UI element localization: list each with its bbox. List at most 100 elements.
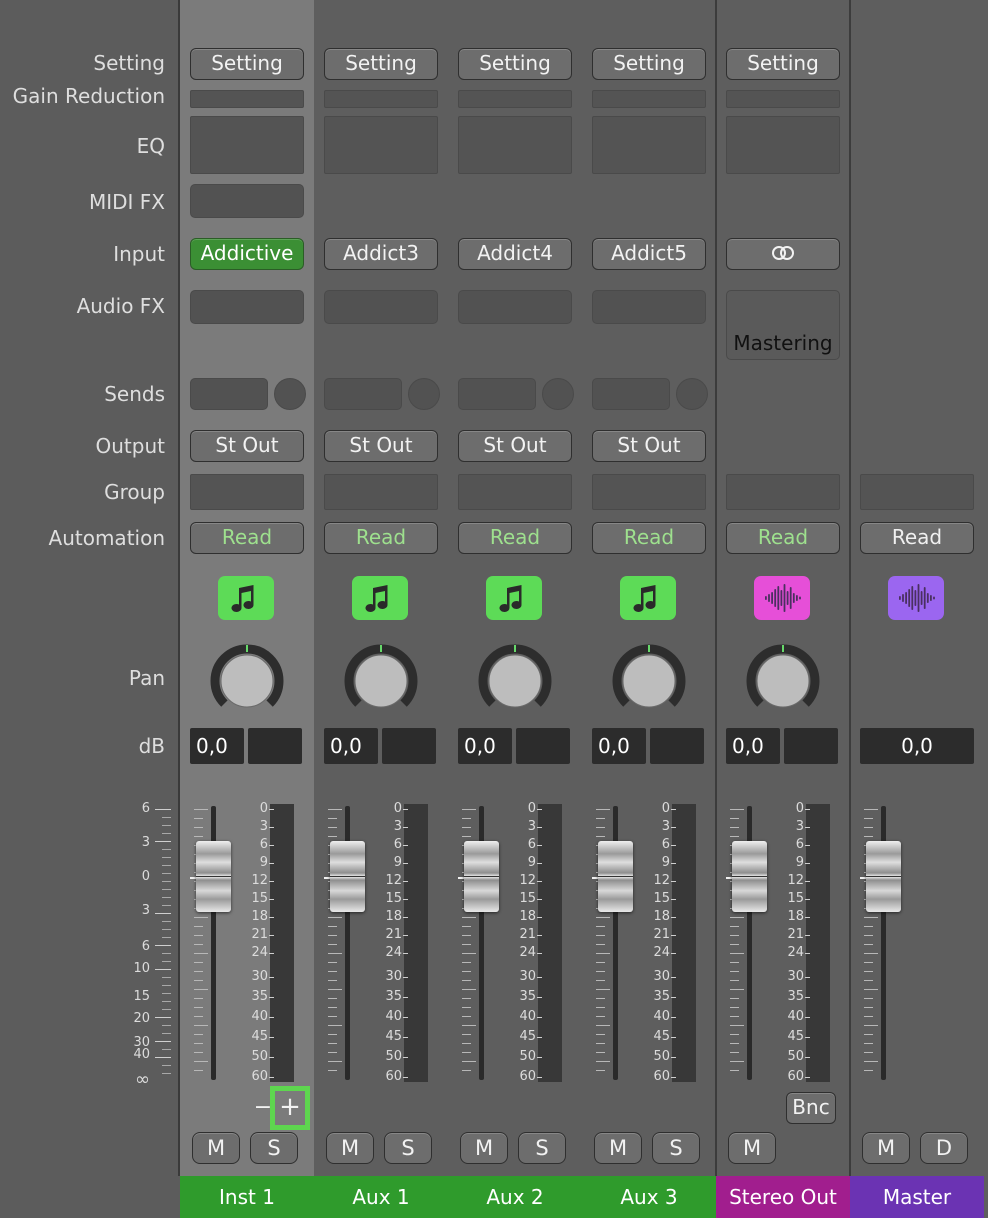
group-slot[interactable] [726, 474, 840, 510]
group-slot[interactable] [458, 474, 572, 510]
meter-zoom-in-button[interactable]: + [270, 1086, 310, 1130]
input-slot[interactable] [726, 238, 840, 270]
volume-readout[interactable]: 0,0 [860, 728, 974, 764]
send-slot[interactable] [592, 378, 670, 410]
group-slot[interactable] [592, 474, 706, 510]
setting-button[interactable]: Setting [458, 48, 572, 80]
track-name-bar[interactable]: Aux 2 [448, 1176, 582, 1218]
pan-knob[interactable] [210, 644, 284, 718]
output-slot[interactable]: St Out [592, 430, 706, 462]
audio-fx-slot[interactable] [190, 290, 304, 324]
setting-button[interactable]: Setting [726, 48, 840, 80]
send-slot[interactable] [190, 378, 268, 410]
volume-readout[interactable]: 0,0 [458, 728, 512, 764]
volume-readout[interactable]: 0,0 [592, 728, 646, 764]
pan-knob[interactable] [746, 644, 820, 718]
volume-fader-handle[interactable] [866, 841, 901, 912]
volume-fader-handle[interactable] [196, 841, 231, 912]
track-name-bar[interactable]: Master [850, 1176, 984, 1218]
meter-scale-label: 30 [653, 969, 670, 984]
fader-scale-tick [462, 1034, 471, 1035]
send-slot[interactable] [324, 378, 402, 410]
group-slot[interactable] [190, 474, 304, 510]
setting-button[interactable]: Setting [190, 48, 304, 80]
solo-button[interactable]: S [652, 1132, 700, 1164]
mute-button[interactable]: M [460, 1132, 508, 1164]
dim-button[interactable]: D [920, 1132, 968, 1164]
music-note-icon[interactable] [486, 576, 542, 620]
solo-button[interactable]: S [250, 1132, 298, 1164]
output-slot[interactable]: St Out [190, 430, 304, 462]
group-slot[interactable] [324, 474, 438, 510]
meter-scale-label: 50 [519, 1049, 536, 1064]
solo-button[interactable]: S [384, 1132, 432, 1164]
send-level-knob[interactable] [408, 378, 440, 410]
mute-button[interactable]: M [728, 1132, 776, 1164]
pan-knob[interactable] [478, 644, 552, 718]
track-name-bar[interactable]: Aux 1 [314, 1176, 448, 1218]
bounce-button[interactable]: Bnc [786, 1092, 836, 1124]
label-db: dB [138, 734, 165, 758]
volume-readout[interactable]: 0,0 [190, 728, 244, 764]
waveform-icon[interactable] [888, 576, 944, 620]
volume-readout[interactable]: 0,0 [324, 728, 378, 764]
output-slot[interactable]: St Out [324, 430, 438, 462]
eq-thumbnail[interactable] [726, 116, 840, 174]
track-name-bar[interactable]: Aux 3 [582, 1176, 716, 1218]
mute-button[interactable]: M [326, 1132, 374, 1164]
input-slot[interactable]: Addict3 [324, 238, 438, 270]
music-note-icon[interactable] [620, 576, 676, 620]
music-note-icon[interactable] [218, 576, 274, 620]
send-slot[interactable] [458, 378, 536, 410]
setting-button[interactable]: Setting [592, 48, 706, 80]
fader-scale-tick [596, 926, 605, 927]
input-slot[interactable]: Addictive [190, 238, 304, 270]
mute-button[interactable]: M [594, 1132, 642, 1164]
fader-scale-tick [596, 917, 610, 918]
group-slot[interactable] [860, 474, 974, 510]
midi-fx-slot[interactable] [190, 184, 304, 218]
automation-mode-button[interactable]: Read [324, 522, 438, 554]
output-slot[interactable]: St Out [458, 430, 572, 462]
volume-readout[interactable]: 0,0 [726, 728, 780, 764]
pan-knob[interactable] [612, 644, 686, 718]
eq-thumbnail[interactable] [190, 116, 304, 174]
input-slot[interactable]: Addict5 [592, 238, 706, 270]
send-level-knob[interactable] [274, 378, 306, 410]
eq-thumbnail[interactable] [458, 116, 572, 174]
audio-fx-slot[interactable] [592, 290, 706, 324]
volume-fader-handle[interactable] [598, 841, 633, 912]
fader-scale-tick [864, 980, 873, 981]
fader-scale-tick [328, 1052, 337, 1053]
eq-thumbnail[interactable] [592, 116, 706, 174]
audio-fx-slot[interactable] [324, 290, 438, 324]
meter-scale-tick [671, 1037, 676, 1038]
mute-button[interactable]: M [862, 1132, 910, 1164]
waveform-icon[interactable] [754, 576, 810, 620]
pan-knob[interactable] [344, 644, 418, 718]
mute-button[interactable]: M [192, 1132, 240, 1164]
eq-thumbnail[interactable] [324, 116, 438, 174]
volume-fader-handle[interactable] [330, 841, 365, 912]
send-level-knob[interactable] [676, 378, 708, 410]
track-name-bar[interactable]: Inst 1 [180, 1176, 314, 1218]
automation-mode-button[interactable]: Read [592, 522, 706, 554]
meter-scale-tick [805, 863, 810, 864]
track-name-bar[interactable]: Stereo Out [716, 1176, 850, 1218]
meter-scale-label: 21 [787, 927, 804, 942]
setting-button[interactable]: Setting [324, 48, 438, 80]
automation-mode-button[interactable]: Read [860, 522, 974, 554]
audio-fx-slot-mastering[interactable]: Mastering [726, 290, 840, 360]
fader-scale-tick [596, 980, 605, 981]
automation-mode-button[interactable]: Read [726, 522, 840, 554]
automation-mode-button[interactable]: Read [190, 522, 304, 554]
volume-fader-handle[interactable] [732, 841, 767, 912]
fader-scale-tick [462, 935, 471, 936]
music-note-icon[interactable] [352, 576, 408, 620]
solo-button[interactable]: S [518, 1132, 566, 1164]
send-level-knob[interactable] [542, 378, 574, 410]
volume-fader-handle[interactable] [464, 841, 499, 912]
input-slot[interactable]: Addict4 [458, 238, 572, 270]
automation-mode-button[interactable]: Read [458, 522, 572, 554]
audio-fx-slot[interactable] [458, 290, 572, 324]
